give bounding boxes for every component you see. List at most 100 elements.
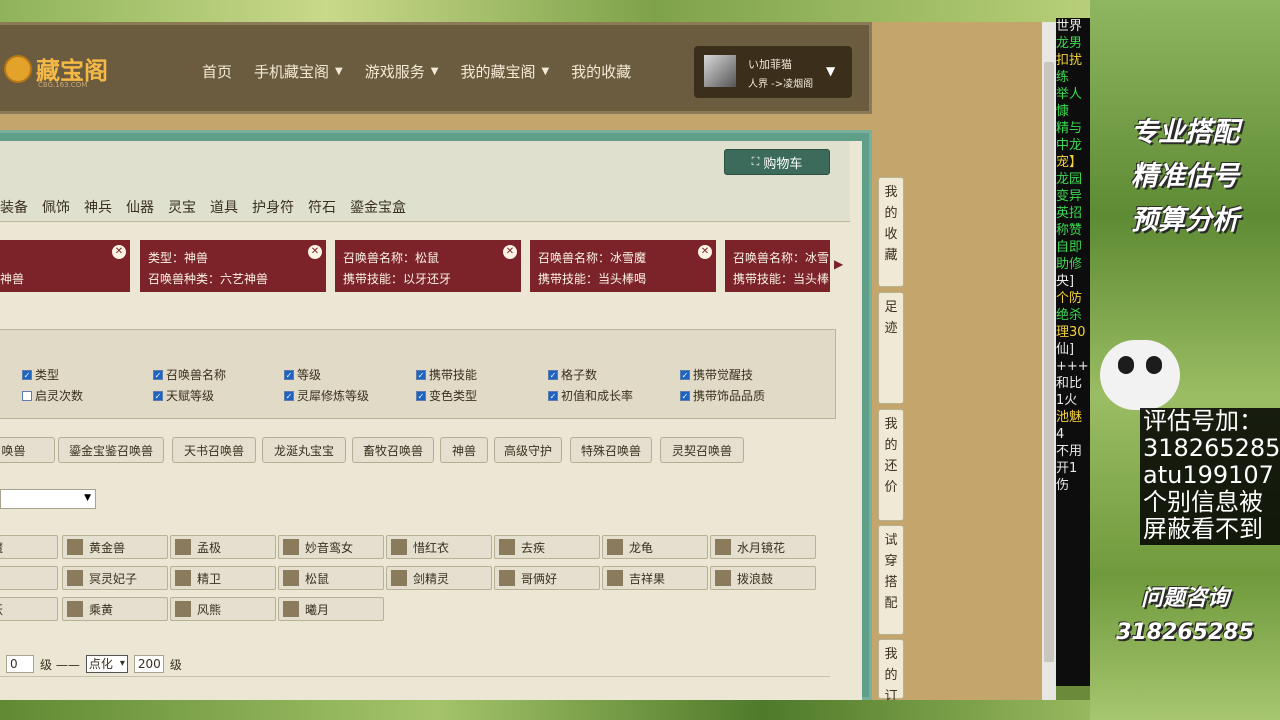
column-checkbox[interactable]: ✓ 携带技能 xyxy=(416,366,477,383)
pet-type-button[interactable]: 灵契召唤兽 xyxy=(660,437,744,463)
pet-name-button[interactable]: 黄金兽 xyxy=(62,535,168,559)
cart-button[interactable]: ⛶ 购物车 xyxy=(724,149,830,175)
column-checkbox[interactable]: ✓ 携带觉醒技 xyxy=(680,366,753,383)
chat-line: 个防 xyxy=(1056,291,1083,306)
pet-name-button[interactable]: 冥灵妃子 xyxy=(62,566,168,590)
category-tab[interactable]: 符石 xyxy=(308,197,336,217)
level-separator: 级 —— xyxy=(40,657,80,672)
level-min-input[interactable]: 0 xyxy=(6,655,34,673)
tag-line: 携带技能：以牙还牙 xyxy=(343,272,452,286)
chat-line: 世界 xyxy=(1056,19,1083,34)
side-tab[interactable]: 我的收藏 xyxy=(878,177,904,287)
category-tab[interactable]: 佩饰 xyxy=(42,197,70,217)
pet-name-button[interactable]: 哥俩好 xyxy=(494,566,600,590)
column-checkbox[interactable]: ✓ 初值和成长率 xyxy=(548,387,633,404)
scrollbar-thumb[interactable] xyxy=(1044,62,1054,662)
close-icon[interactable]: ✕ xyxy=(112,245,126,259)
pet-name-button[interactable]: 妙音鸾女 xyxy=(278,535,384,559)
side-tab[interactable]: 试穿搭配 xyxy=(878,525,904,635)
pet-name-button[interactable]: 乘黄 xyxy=(62,597,168,621)
chat-line: 慷 xyxy=(1056,104,1070,119)
pet-name: 龙龟 xyxy=(629,540,654,555)
column-checkbox[interactable]: ✓ 天赋等级 xyxy=(153,387,214,404)
pet-type-button[interactable]: 畜牧召唤兽 xyxy=(352,437,434,463)
pet-type-button[interactable]: 特殊召唤兽 xyxy=(570,437,652,463)
checkbox-checked-icon: ✓ xyxy=(416,390,426,401)
pet-name-button[interactable]: 松鼠 xyxy=(278,566,384,590)
level-type-select[interactable]: 点化 xyxy=(85,655,128,673)
tag-line: 召唤兽名称：冰雪 xyxy=(733,251,830,265)
pet-type-button[interactable]: 天书召唤兽 xyxy=(172,437,256,463)
pet-name-button[interactable]: 惜红衣 xyxy=(386,535,492,559)
pet-avatar-icon xyxy=(67,539,83,555)
chat-line: 扣扰 xyxy=(1056,53,1083,68)
pet-name: 小妖 xyxy=(0,601,3,618)
pet-name-button[interactable]: 曦月 xyxy=(278,597,384,621)
chat-line: 中龙 xyxy=(1056,138,1083,153)
pet-name-button[interactable]: 龙龟 xyxy=(602,535,708,559)
column-checkbox[interactable]: ✓ 等级 xyxy=(284,366,321,383)
column-checkbox[interactable]: ✓ 格子数 xyxy=(548,366,597,383)
nav-item[interactable]: 我的藏宝阁 ▼ xyxy=(460,61,549,82)
pet-name-button[interactable]: 孟极 xyxy=(170,535,276,559)
column-checkbox[interactable]: ✓ 召唤兽名称 xyxy=(153,366,226,383)
pet-name-button[interactable]: 吉祥果 xyxy=(602,566,708,590)
tags-next-arrow-icon[interactable]: ▶ xyxy=(834,257,843,271)
pet-avatar-icon xyxy=(715,570,731,586)
pet-name-button[interactable]: 风熊 xyxy=(170,597,276,621)
checkbox-label: 类型 xyxy=(35,368,60,382)
close-icon[interactable]: ✕ xyxy=(308,245,322,259)
category-tab[interactable]: 装备 xyxy=(0,197,28,217)
pet-avatar-icon xyxy=(391,570,407,586)
page-scrollbar[interactable] xyxy=(1042,22,1056,700)
category-tab[interactable]: 鎏金宝盒 xyxy=(350,197,406,217)
category-tab[interactable]: 护身符 xyxy=(252,197,294,217)
nav-item[interactable]: 手机藏宝阁 ▼ xyxy=(254,61,343,82)
side-tab[interactable]: 我的还价 xyxy=(878,409,904,521)
column-checkbox[interactable]: ✓ 携带饰品品质 xyxy=(680,387,765,404)
nav-item-label: 我的收藏 xyxy=(571,63,632,81)
pet-name-button[interactable]: 拨浪鼓 xyxy=(710,566,816,590)
contact-line: atu199107 xyxy=(1143,461,1274,489)
pet-type-button[interactable]: 神兽 xyxy=(440,437,488,463)
server-select[interactable]: ▼ xyxy=(0,489,96,509)
chevron-down-icon: ▼ xyxy=(541,66,550,77)
pet-name-button[interactable]: 剑精灵 xyxy=(386,566,492,590)
pet-name-button[interactable]: 水月镜花 xyxy=(710,535,816,559)
column-checkbox[interactable]: 启灵次数 xyxy=(22,387,83,404)
nav-item[interactable]: 游戏服务 ▼ xyxy=(365,61,439,82)
column-checkbox[interactable]: ✓ 灵犀修炼等级 xyxy=(284,387,369,404)
contact-line: 屏蔽看不到 xyxy=(1143,515,1263,543)
pet-name-button[interactable]: 精卫 xyxy=(170,566,276,590)
level-max-input[interactable]: 200 xyxy=(133,655,164,673)
chat-line: 池魅 xyxy=(1056,410,1083,425)
close-icon[interactable]: ✕ xyxy=(698,245,712,259)
pet-type-button[interactable]: 龙涎丸宝宝 xyxy=(262,437,346,463)
pet-type-button[interactable]: 高级守护 xyxy=(494,437,562,463)
pet-name-button[interactable]: 小妖 xyxy=(0,597,58,621)
checkbox-checked-icon: ✓ xyxy=(548,390,558,401)
nav-item[interactable]: 首页 xyxy=(202,61,232,82)
pet-avatar-icon xyxy=(67,570,83,586)
pet-name-button[interactable]: 雪魔 xyxy=(0,535,58,559)
category-tab[interactable]: 灵宝 xyxy=(168,197,196,217)
pet-type-button[interactable]: 鎏金宝鉴召唤兽 xyxy=(58,437,164,463)
filter-tag: 召唤兽名称：冰雪魔 携带技能：当头棒喝 ✕ xyxy=(530,240,716,292)
category-tab[interactable]: 神兵 xyxy=(84,197,112,217)
close-icon[interactable]: ✕ xyxy=(503,245,517,259)
column-checkbox[interactable]: ✓ 类型 xyxy=(22,366,59,383)
side-tab[interactable]: 我的订 xyxy=(878,639,904,700)
content-inner: ⛶ 购物车 装备佩饰神兵仙器灵宝道具护身符符石鎏金宝盒 兽类：六艺神兽✕类型：神… xyxy=(0,141,862,700)
user-menu[interactable]: い加菲猫 人界 ->凌烟阁 ▼ xyxy=(694,46,852,98)
column-checkbox[interactable]: ✓ 变色类型 xyxy=(416,387,477,404)
pet-avatar-icon xyxy=(715,539,731,555)
selected-filter-tags: 兽类：六艺神兽✕类型：神兽召唤兽种类：六艺神兽✕召唤兽名称：松鼠携带技能：以牙还… xyxy=(0,240,830,292)
nav-item[interactable]: 我的收藏 xyxy=(571,61,631,82)
site-logo[interactable]: 藏宝阁 CBG.163.COM xyxy=(4,51,108,89)
category-tab[interactable]: 道具 xyxy=(210,197,238,217)
category-tab[interactable]: 仙器 xyxy=(126,197,154,217)
pet-type-button[interactable]: 召唤兽 xyxy=(0,437,55,463)
pet-name-button[interactable]: 兽 xyxy=(0,566,58,590)
side-tab[interactable]: 足迹 xyxy=(878,292,904,404)
pet-name-button[interactable]: 去疾 xyxy=(494,535,600,559)
